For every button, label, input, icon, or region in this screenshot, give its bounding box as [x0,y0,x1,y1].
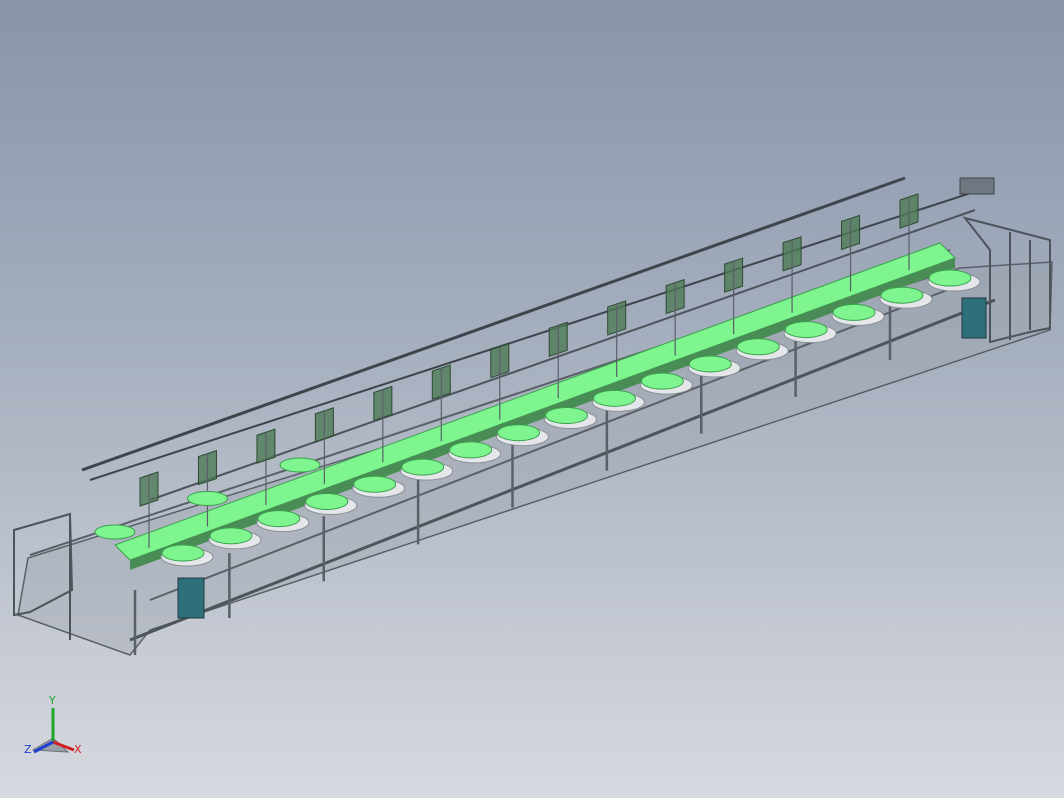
work-pad [736,338,780,356]
work-pad [592,389,636,407]
work-pad [161,544,205,562]
orientation-triad[interactable]: Y X Z [18,694,88,762]
triad-z-label: Z [24,743,32,756]
work-pad [94,524,136,540]
work-pad [688,355,732,373]
work-pad [880,286,924,304]
triad-x-label: X [74,743,82,756]
cad-viewport[interactable]: Y X Z [0,0,1064,798]
work-pad [305,492,349,510]
work-pad [187,491,228,506]
conveyor-belt-side [130,258,955,570]
cabinet-left [177,577,205,619]
cabinet-right [961,297,987,339]
triad-y-label: Y [49,694,56,707]
work-pad [279,457,321,473]
work-pad [545,407,588,424]
work-pad [449,441,493,459]
lower-frame [17,261,1053,656]
work-pad [401,458,445,476]
work-pad [832,303,876,321]
work-pad [497,424,541,442]
work-pad [784,321,828,339]
work-pad [257,510,301,528]
motor-unit [959,177,995,195]
work-pad [353,475,397,493]
work-pad [640,372,684,390]
assembly-line-model[interactable] [0,0,1064,798]
work-pad [928,269,972,287]
work-pad [209,527,253,545]
